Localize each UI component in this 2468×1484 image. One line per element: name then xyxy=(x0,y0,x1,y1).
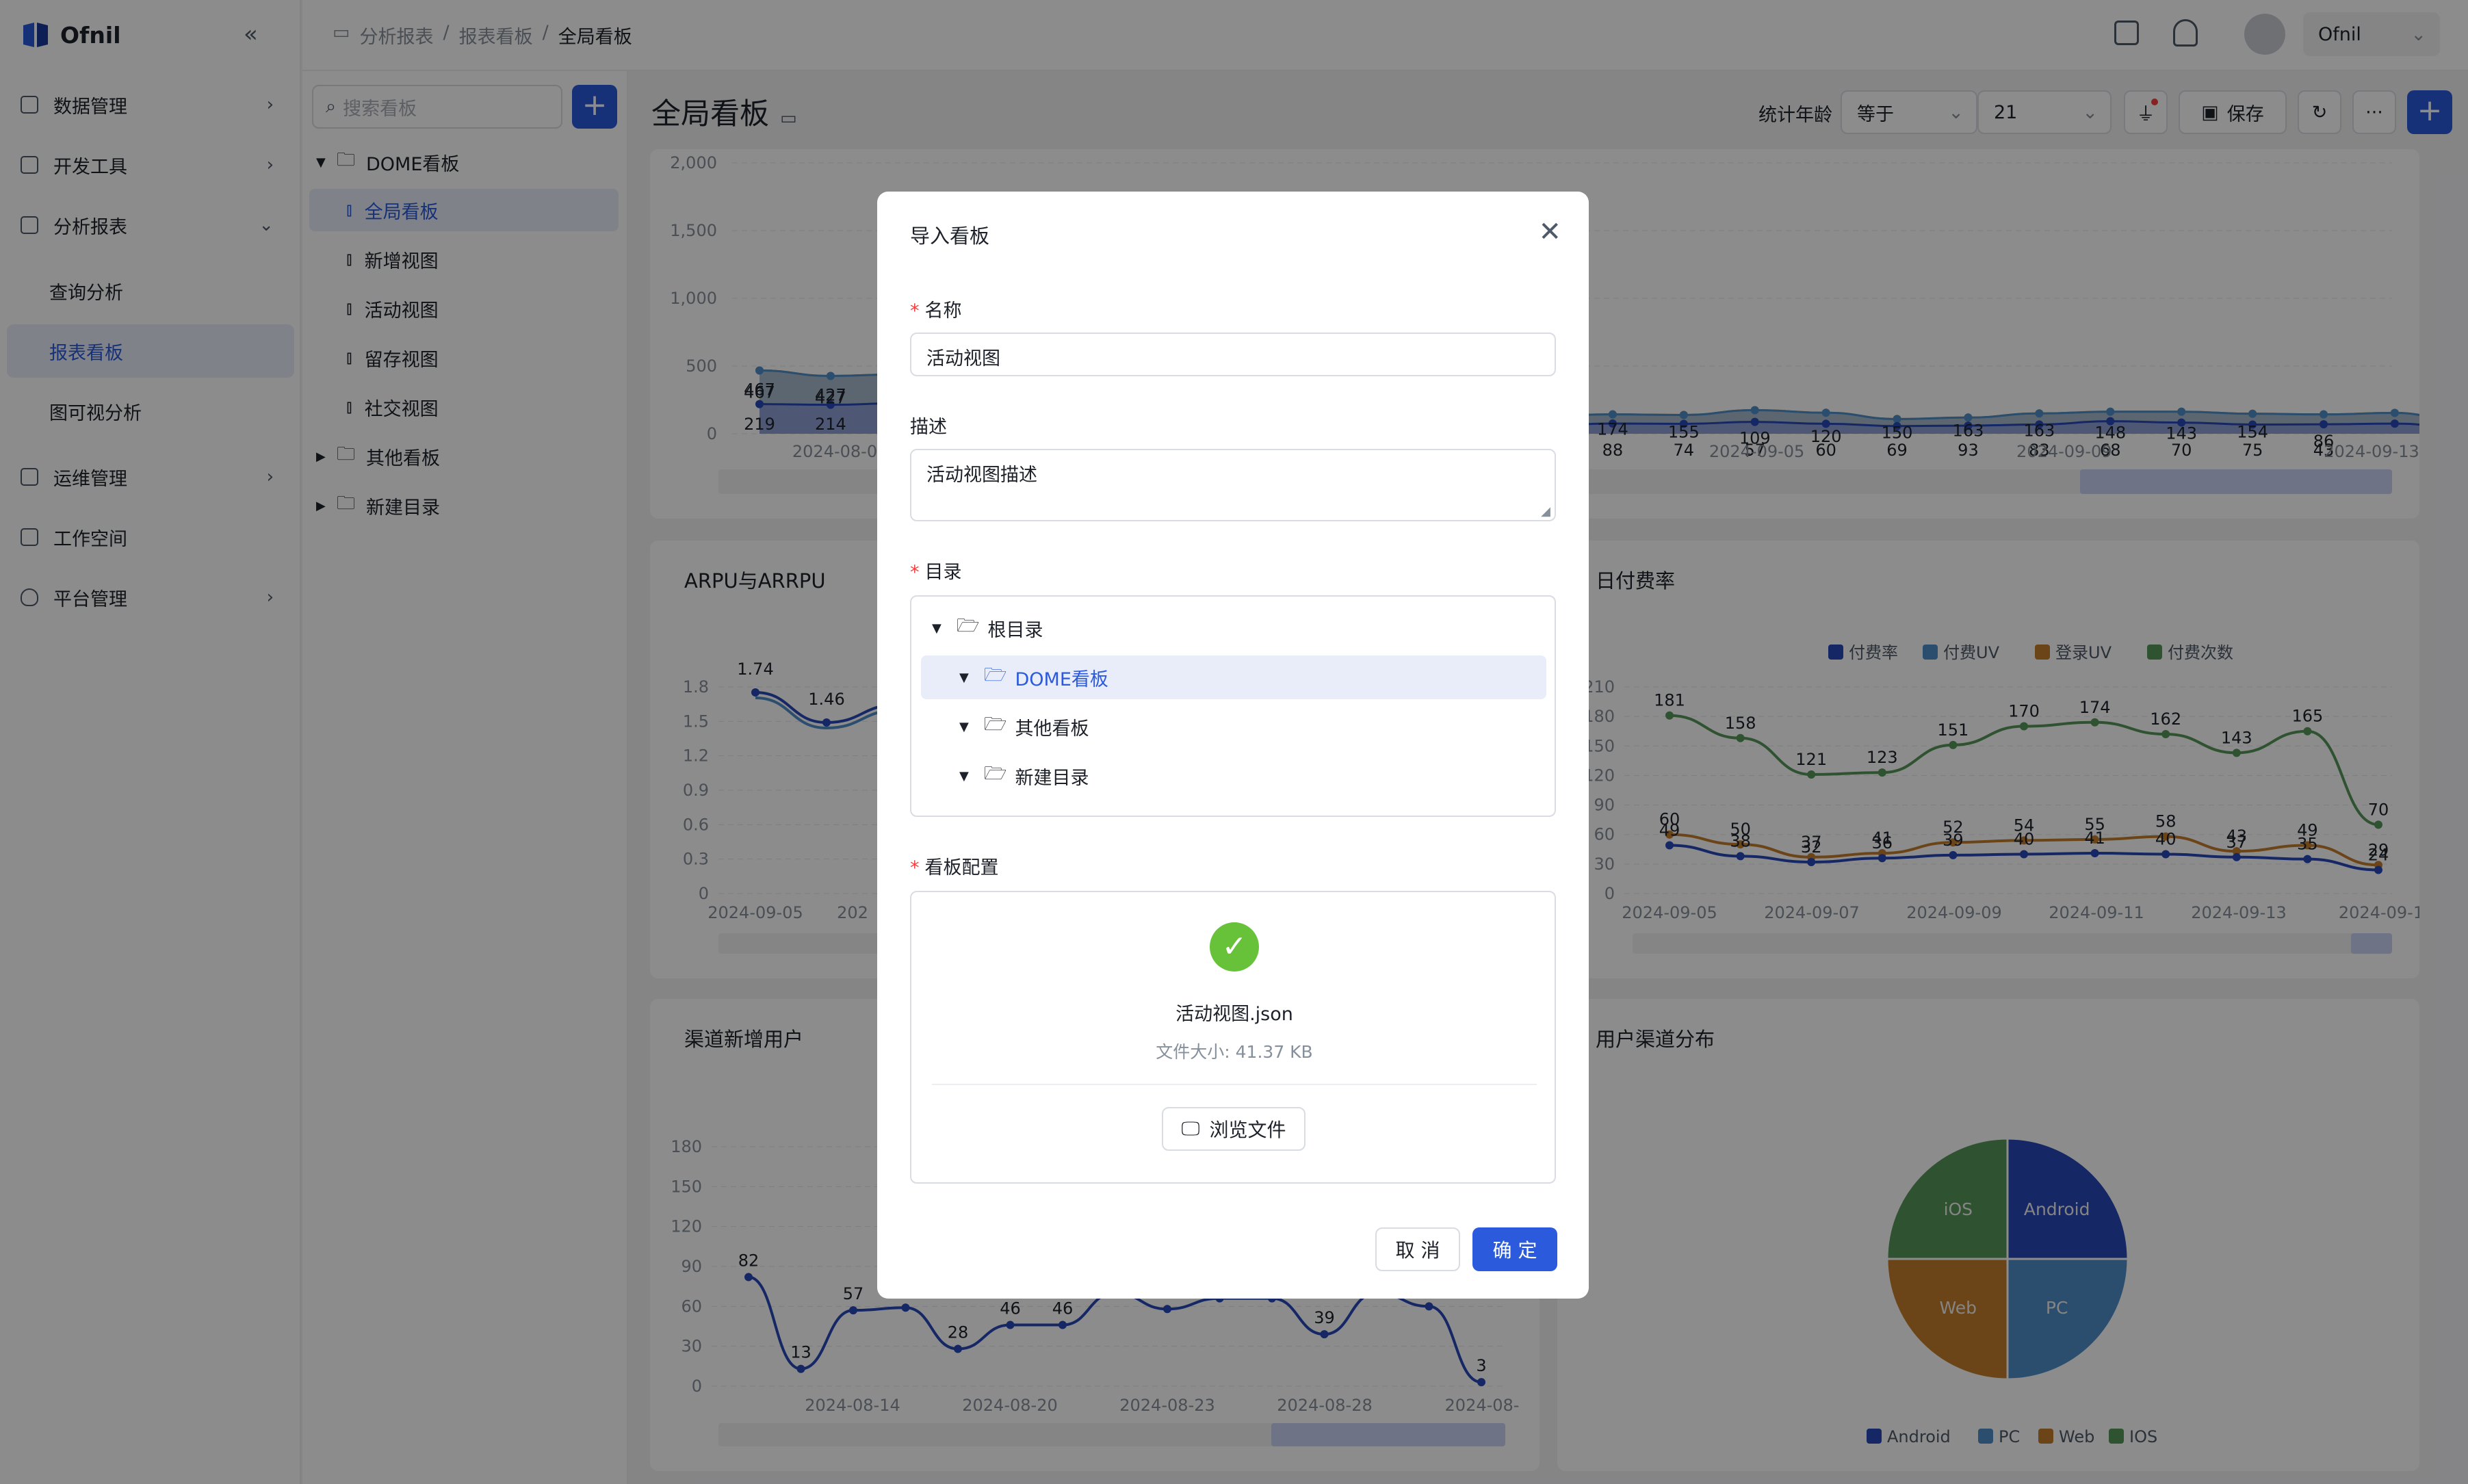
browse-file-button[interactable]: 🖵 浏览文件 xyxy=(1162,1107,1306,1151)
folder-open-icon: 🗁 xyxy=(984,763,1007,784)
check-circle-icon: ✓ xyxy=(1210,922,1259,972)
cancel-button[interactable]: 取 消 xyxy=(1375,1227,1460,1271)
dir-node-other[interactable]: ▼ 🗁 其他看板 xyxy=(959,705,1089,748)
dir-node-dome[interactable]: ▼ 🗁 DOME看板 xyxy=(921,655,1546,699)
caret-down-icon: ▼ xyxy=(959,768,969,783)
description-textarea[interactable]: 活动视图描述 ◢ xyxy=(910,449,1556,521)
ok-button[interactable]: 确 定 xyxy=(1472,1227,1557,1271)
dir-node-newdir[interactable]: ▼ 🗁 新建目录 xyxy=(959,754,1089,798)
resize-handle-icon[interactable]: ◢ xyxy=(1541,504,1550,519)
monitor-icon: 🖵 xyxy=(1181,1117,1200,1140)
required-mark: * xyxy=(910,300,920,322)
dir-label-text: 目录 xyxy=(924,562,962,583)
name-label-text: 名称 xyxy=(924,300,962,322)
cancel-label: 取 消 xyxy=(1395,1239,1440,1262)
folder-open-icon: 🗁 xyxy=(957,615,980,636)
upload-area[interactable]: ✓ 活动视图.json 文件大小: 41.37 KB 🖵 浏览文件 xyxy=(910,891,1556,1184)
config-label-text: 看板配置 xyxy=(924,857,999,878)
required-mark: * xyxy=(910,562,920,583)
dir-label-text: DOME看板 xyxy=(1015,668,1108,690)
dir-label: * 目录 xyxy=(910,557,962,584)
folder-open-icon: 🗁 xyxy=(984,714,1007,735)
caret-down-icon: ▼ xyxy=(959,670,969,685)
config-label: * 看板配置 xyxy=(910,852,999,879)
file-name: 活动视图.json xyxy=(1175,1004,1293,1025)
name-label: * 名称 xyxy=(910,296,962,322)
close-icon[interactable]: ✕ xyxy=(1538,216,1561,248)
name-value: 活动视图 xyxy=(926,348,1000,369)
desc-label: 描述 xyxy=(910,417,947,438)
folder-open-icon: 🗁 xyxy=(984,664,1007,686)
divider xyxy=(932,1084,1537,1085)
dir-label-text: 新建目录 xyxy=(1015,767,1089,789)
browse-label: 浏览文件 xyxy=(1209,1119,1286,1141)
caret-down-icon: ▼ xyxy=(959,719,969,734)
file-size: 文件大小: 41.37 KB xyxy=(1156,1042,1313,1062)
dir-label-text: 根目录 xyxy=(987,619,1043,641)
desc-value: 活动视图描述 xyxy=(926,465,1037,486)
import-dashboard-modal: 导入看板 ✕ * 名称 活动视图 描述 活动视图描述 ◢ * 目录 ▼ 🗁 根目录 ▼ 🗁 D… xyxy=(877,192,1589,1299)
name-field[interactable]: 活动视图 xyxy=(910,333,1556,376)
caret-down-icon: ▼ xyxy=(932,621,941,636)
dir-label-text: 其他看板 xyxy=(1015,718,1089,740)
ok-label: 确 定 xyxy=(1492,1239,1537,1262)
modal-title: 导入看板 xyxy=(910,224,990,248)
required-mark: * xyxy=(910,857,920,878)
directory-tree: ▼ 🗁 根目录 ▼ 🗁 DOME看板 ▼ 🗁 其他看板 ▼ 🗁 新建目录 xyxy=(910,595,1556,817)
dir-node-root[interactable]: ▼ 🗁 根目录 xyxy=(932,606,1043,650)
